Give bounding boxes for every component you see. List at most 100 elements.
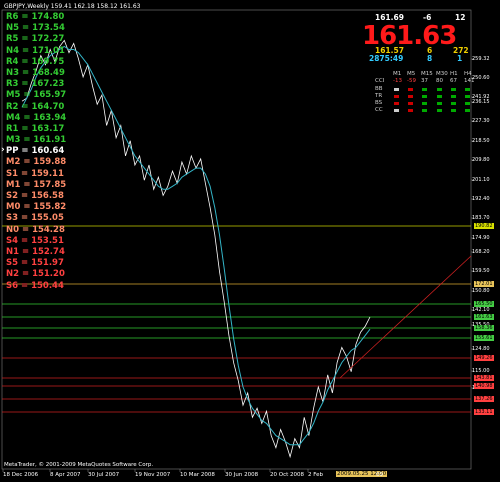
pivot-level: M1 = 157.85: [6, 179, 67, 190]
indicator-signal-box: [422, 102, 427, 105]
indicator-signal-box: [437, 95, 442, 98]
indicator-signal-box: [437, 102, 442, 105]
pivot-level: R5 = 172.27: [6, 34, 65, 45]
time-axis-tick: 19 Nov 2007: [135, 472, 171, 478]
price-level-tag: 161.63: [474, 314, 494, 320]
price-level-tag: 155.61: [474, 335, 494, 341]
copyright-text: MetaTrader, © 2001-2009 MetaQuotes Softw…: [4, 462, 154, 468]
price-level-tag: 137.26: [474, 396, 494, 402]
pivot-level: N0 = 154.28: [6, 224, 65, 235]
value-4: 8: [427, 54, 433, 63]
pivot-level: R6 = 174.80: [6, 12, 65, 22]
indicator-signal-box: [422, 88, 427, 91]
cci-value: -59: [407, 78, 416, 84]
indicator-row-label: BS: [375, 100, 383, 106]
pivot-level: R4 = 169.75: [6, 56, 65, 67]
value-5: 1: [457, 54, 463, 63]
price-level-tag: 140.98: [474, 383, 494, 389]
pivot-marker-icon: ›: [1, 145, 5, 156]
pivot-level: N3 = 168.49: [6, 67, 65, 78]
indicator-signal-box: [451, 88, 456, 91]
pivot-level: M5 = 165.97: [6, 90, 67, 101]
pivot-level: R1 = 163.17: [6, 123, 65, 134]
indicator-signal-box: [394, 95, 399, 98]
indicator-signal-box: [394, 102, 399, 105]
indicator-signal-box: [465, 109, 470, 112]
pivot-level: M4 = 163.94: [6, 112, 67, 123]
pivot-level: N5 = 173.54: [6, 23, 65, 34]
timeframe-label: H4: [464, 71, 472, 77]
price-axis-tick: 192.40: [472, 196, 490, 202]
cci-label: CCI: [375, 78, 385, 84]
indicator-signal-box: [408, 102, 413, 105]
price-level-tag: 172.01: [474, 281, 494, 287]
current-price: 161.63: [362, 21, 457, 51]
pivot-level: N1 = 152.74: [6, 246, 65, 257]
indicator-signal-box: [422, 95, 427, 98]
cci-value: -13: [393, 78, 402, 84]
price-level-tag: 143.81: [474, 375, 494, 381]
price-axis-tick: 227.30: [472, 118, 490, 124]
timeframe-label: M5: [407, 71, 416, 77]
chart-window[interactable]: GBPJPY,Weekly 159.41 162.18 158.12 161.6…: [0, 0, 500, 482]
pivot-level: M0 = 155.82: [6, 202, 67, 213]
price-axis-tick: 115.00: [472, 368, 490, 374]
spread-value: 12: [455, 13, 466, 22]
timeframe-label: H1: [450, 71, 458, 77]
indicator-signal-box: [437, 109, 442, 112]
price-axis-tick: 124.80: [472, 346, 490, 352]
chart-title: GBPJPY,Weekly 159.41 162.18 158.12 161.6…: [4, 3, 141, 10]
pivot-level: S1 = 159.11: [6, 168, 64, 179]
timeframe-label: M30: [436, 71, 448, 77]
price-line: [21, 39, 371, 459]
indicator-signal-box: [451, 95, 456, 98]
price-axis-tick: 259.32: [472, 56, 490, 62]
pivot-level: S2 = 156.58: [6, 191, 64, 201]
pivot-level: S4 = 153.51: [6, 235, 64, 246]
pivot-level: M3 = 161.91: [6, 135, 67, 146]
time-remaining: 2875:49: [369, 54, 404, 63]
price-level-tag: 149.26: [474, 355, 494, 361]
pivot-level: S5 = 151.97: [6, 258, 64, 269]
indicator-signal-box: [451, 102, 456, 105]
pivot-level: PP = 160.64: [6, 146, 65, 157]
price-axis-tick: 174.90: [472, 235, 490, 241]
time-axis-tick: 8 Apr 2007: [50, 472, 81, 478]
indicator-signal-box: [394, 109, 399, 112]
cci-value: 67: [450, 78, 457, 84]
time-axis-tick: 18 Dec 2006: [3, 472, 39, 478]
time-axis-tick: 10 Mar 2008: [180, 472, 215, 478]
indicator-signal-box: [465, 95, 470, 98]
pivot-level: S6 = 150.44: [6, 280, 64, 291]
pivot-level: R2 = 164.70: [6, 101, 65, 112]
price-axis-tick: 209.80: [472, 157, 490, 163]
price-axis-tick: 150.80: [472, 288, 490, 294]
indicator-signal-box: [394, 88, 399, 91]
timeframe-label: M1: [393, 71, 402, 77]
time-axis-tick: 20 Oct 2008: [270, 472, 305, 478]
indicator-signal-box: [437, 88, 442, 91]
price-axis-tick: 250.60: [472, 75, 490, 81]
indicator-signal-box: [408, 95, 413, 98]
pivot-levels-list: R6 = 174.80 N5 = 173.54 R5 = 172.27 N4 = 17…: [1, 12, 67, 292]
price-axis-tick: 142.10: [472, 307, 490, 313]
price-level-tag: 165.50: [474, 301, 494, 307]
price-level-tag: 133.11: [474, 409, 494, 415]
indicator-row-label: CC: [375, 107, 383, 113]
time-axis-end-label: 09: [376, 472, 383, 478]
time-axis-tick: 30 Jul 2007: [88, 472, 120, 478]
pivot-level: N2 = 151.20: [6, 269, 65, 280]
pivot-level: R3 = 167.23: [6, 79, 65, 90]
indicator-signal-box: [422, 109, 427, 112]
price-axis-tick: 159.50: [472, 268, 490, 274]
cci-value: 80: [436, 78, 443, 84]
price-axis-tick: 201.10: [472, 177, 490, 183]
time-axis-tick: 2 Feb: [308, 472, 323, 478]
indicator-signal-box: [465, 102, 470, 105]
indicator-signal-box: [408, 88, 413, 91]
price-axis-tick: 218.50: [472, 138, 490, 144]
indicator-row-label: BB: [375, 86, 383, 92]
timeframe-label: M15: [421, 71, 433, 77]
moving-average-line: [21, 45, 371, 446]
cci-value: 37: [421, 78, 428, 84]
